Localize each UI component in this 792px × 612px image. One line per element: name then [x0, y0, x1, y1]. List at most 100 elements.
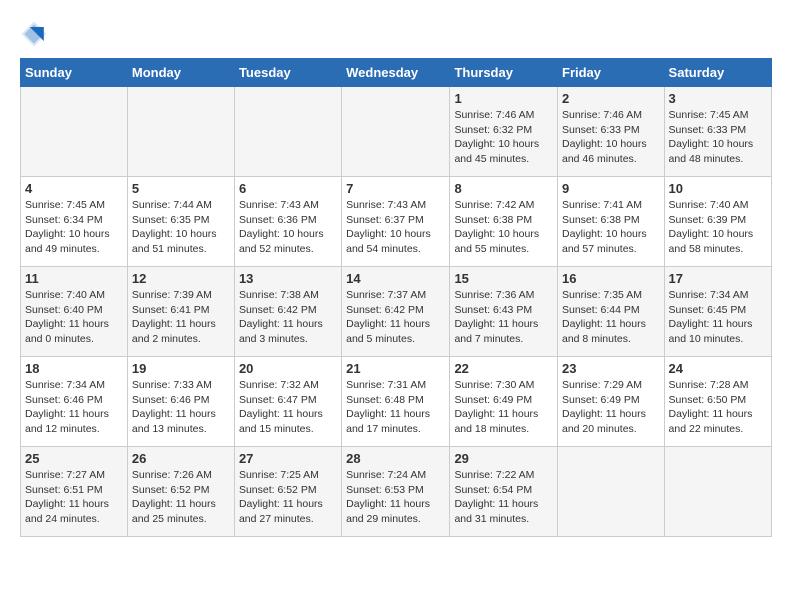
day-number: 19 — [132, 361, 230, 376]
calendar-cell: 23 Sunrise: 7:29 AM Sunset: 6:49 PM Dayli… — [558, 357, 665, 447]
day-info: Sunrise: 7:35 AM Sunset: 6:44 PM Dayligh… — [562, 288, 660, 347]
day-info: Sunrise: 7:24 AM Sunset: 6:53 PM Dayligh… — [346, 468, 445, 527]
calendar-cell: 19 Sunrise: 7:33 AM Sunset: 6:46 PM Dayli… — [127, 357, 234, 447]
weekday-header: Monday — [127, 59, 234, 87]
calendar-cell: 27 Sunrise: 7:25 AM Sunset: 6:52 PM Dayli… — [234, 447, 341, 537]
day-number: 6 — [239, 181, 337, 196]
day-number: 9 — [562, 181, 660, 196]
day-number: 15 — [454, 271, 553, 286]
weekday-header: Saturday — [664, 59, 771, 87]
day-info: Sunrise: 7:46 AM Sunset: 6:33 PM Dayligh… — [562, 108, 660, 167]
day-info: Sunrise: 7:45 AM Sunset: 6:34 PM Dayligh… — [25, 198, 123, 257]
day-number: 22 — [454, 361, 553, 376]
calendar-cell: 18 Sunrise: 7:34 AM Sunset: 6:46 PM Dayli… — [21, 357, 128, 447]
day-info: Sunrise: 7:42 AM Sunset: 6:38 PM Dayligh… — [454, 198, 553, 257]
calendar-cell — [342, 87, 450, 177]
day-info: Sunrise: 7:33 AM Sunset: 6:46 PM Dayligh… — [132, 378, 230, 437]
day-info: Sunrise: 7:37 AM Sunset: 6:42 PM Dayligh… — [346, 288, 445, 347]
calendar-cell: 11 Sunrise: 7:40 AM Sunset: 6:40 PM Dayli… — [21, 267, 128, 357]
logo — [20, 20, 52, 48]
calendar-cell: 13 Sunrise: 7:38 AM Sunset: 6:42 PM Dayli… — [234, 267, 341, 357]
day-number: 26 — [132, 451, 230, 466]
calendar-cell: 10 Sunrise: 7:40 AM Sunset: 6:39 PM Dayli… — [664, 177, 771, 267]
calendar-week-row: 4 Sunrise: 7:45 AM Sunset: 6:34 PM Daylig… — [21, 177, 772, 267]
calendar-cell: 7 Sunrise: 7:43 AM Sunset: 6:37 PM Daylig… — [342, 177, 450, 267]
day-number: 14 — [346, 271, 445, 286]
calendar-cell: 3Sunrise: 7:45 AM Sunset: 6:33 PM Daylig… — [664, 87, 771, 177]
day-info: Sunrise: 7:26 AM Sunset: 6:52 PM Dayligh… — [132, 468, 230, 527]
day-number: 1 — [454, 91, 553, 106]
weekday-header: Tuesday — [234, 59, 341, 87]
day-info: Sunrise: 7:41 AM Sunset: 6:38 PM Dayligh… — [562, 198, 660, 257]
calendar-cell: 9 Sunrise: 7:41 AM Sunset: 6:38 PM Daylig… — [558, 177, 665, 267]
day-number: 21 — [346, 361, 445, 376]
calendar-cell: 14 Sunrise: 7:37 AM Sunset: 6:42 PM Dayli… — [342, 267, 450, 357]
day-number: 16 — [562, 271, 660, 286]
calendar-cell: 28 Sunrise: 7:24 AM Sunset: 6:53 PM Dayli… — [342, 447, 450, 537]
day-info: Sunrise: 7:29 AM Sunset: 6:49 PM Dayligh… — [562, 378, 660, 437]
day-info: Sunrise: 7:46 AM Sunset: 6:32 PM Dayligh… — [454, 108, 553, 167]
day-number: 13 — [239, 271, 337, 286]
day-number: 24 — [669, 361, 767, 376]
calendar-week-row: 18 Sunrise: 7:34 AM Sunset: 6:46 PM Dayli… — [21, 357, 772, 447]
day-info: Sunrise: 7:40 AM Sunset: 6:40 PM Dayligh… — [25, 288, 123, 347]
day-number: 25 — [25, 451, 123, 466]
calendar-cell: 22 Sunrise: 7:30 AM Sunset: 6:49 PM Dayli… — [450, 357, 558, 447]
day-info: Sunrise: 7:40 AM Sunset: 6:39 PM Dayligh… — [669, 198, 767, 257]
day-info: Sunrise: 7:30 AM Sunset: 6:49 PM Dayligh… — [454, 378, 553, 437]
calendar-cell: 20 Sunrise: 7:32 AM Sunset: 6:47 PM Dayli… — [234, 357, 341, 447]
day-info: Sunrise: 7:27 AM Sunset: 6:51 PM Dayligh… — [25, 468, 123, 527]
day-number: 10 — [669, 181, 767, 196]
day-info: Sunrise: 7:34 AM Sunset: 6:46 PM Dayligh… — [25, 378, 123, 437]
calendar-cell: 25 Sunrise: 7:27 AM Sunset: 6:51 PM Dayli… — [21, 447, 128, 537]
day-number: 29 — [454, 451, 553, 466]
day-number: 23 — [562, 361, 660, 376]
calendar-cell: 21 Sunrise: 7:31 AM Sunset: 6:48 PM Dayli… — [342, 357, 450, 447]
calendar-week-row: 1 Sunrise: 7:46 AM Sunset: 6:32 PM Daylig… — [21, 87, 772, 177]
calendar-week-row: 11 Sunrise: 7:40 AM Sunset: 6:40 PM Dayli… — [21, 267, 772, 357]
day-number: 2 — [562, 91, 660, 106]
day-info: Sunrise: 7:43 AM Sunset: 6:37 PM Dayligh… — [346, 198, 445, 257]
calendar-table: SundayMondayTuesdayWednesdayThursdayFrid… — [20, 58, 772, 537]
weekday-header: Wednesday — [342, 59, 450, 87]
day-info: Sunrise: 7:38 AM Sunset: 6:42 PM Dayligh… — [239, 288, 337, 347]
day-info: Sunrise: 7:39 AM Sunset: 6:41 PM Dayligh… — [132, 288, 230, 347]
calendar-cell — [664, 447, 771, 537]
day-info: Sunrise: 7:28 AM Sunset: 6:50 PM Dayligh… — [669, 378, 767, 437]
day-info: Sunrise: 7:36 AM Sunset: 6:43 PM Dayligh… — [454, 288, 553, 347]
calendar-cell: 4 Sunrise: 7:45 AM Sunset: 6:34 PM Daylig… — [21, 177, 128, 267]
day-info: Sunrise: 7:32 AM Sunset: 6:47 PM Dayligh… — [239, 378, 337, 437]
calendar-cell: 16 Sunrise: 7:35 AM Sunset: 6:44 PM Dayli… — [558, 267, 665, 357]
weekday-header-row: SundayMondayTuesdayWednesdayThursdayFrid… — [21, 59, 772, 87]
day-number: 27 — [239, 451, 337, 466]
weekday-header: Thursday — [450, 59, 558, 87]
day-number: 28 — [346, 451, 445, 466]
day-number: 8 — [454, 181, 553, 196]
day-info: Sunrise: 7:31 AM Sunset: 6:48 PM Dayligh… — [346, 378, 445, 437]
logo-icon — [20, 20, 48, 48]
calendar-cell — [234, 87, 341, 177]
day-number: 3 — [669, 91, 767, 106]
day-info: Sunrise: 7:22 AM Sunset: 6:54 PM Dayligh… — [454, 468, 553, 527]
calendar-cell: 24 Sunrise: 7:28 AM Sunset: 6:50 PM Dayli… — [664, 357, 771, 447]
calendar-cell: 2 Sunrise: 7:46 AM Sunset: 6:33 PM Daylig… — [558, 87, 665, 177]
day-number: 18 — [25, 361, 123, 376]
day-info: Sunrise: 7:43 AM Sunset: 6:36 PM Dayligh… — [239, 198, 337, 257]
day-number: 12 — [132, 271, 230, 286]
day-number: 17 — [669, 271, 767, 286]
calendar-cell — [21, 87, 128, 177]
calendar-cell: 8 Sunrise: 7:42 AM Sunset: 6:38 PM Daylig… — [450, 177, 558, 267]
calendar-cell: 5Sunrise: 7:44 AM Sunset: 6:35 PM Daylig… — [127, 177, 234, 267]
day-number: 11 — [25, 271, 123, 286]
day-number: 7 — [346, 181, 445, 196]
calendar-cell: 15 Sunrise: 7:36 AM Sunset: 6:43 PM Dayli… — [450, 267, 558, 357]
calendar-cell — [558, 447, 665, 537]
day-number: 4 — [25, 181, 123, 196]
calendar-cell: 17Sunrise: 7:34 AM Sunset: 6:45 PM Dayli… — [664, 267, 771, 357]
calendar-cell: 26 Sunrise: 7:26 AM Sunset: 6:52 PM Dayli… — [127, 447, 234, 537]
calendar-week-row: 25 Sunrise: 7:27 AM Sunset: 6:51 PM Dayli… — [21, 447, 772, 537]
day-info: Sunrise: 7:25 AM Sunset: 6:52 PM Dayligh… — [239, 468, 337, 527]
calendar-cell: 6 Sunrise: 7:43 AM Sunset: 6:36 PM Daylig… — [234, 177, 341, 267]
weekday-header: Friday — [558, 59, 665, 87]
day-number: 20 — [239, 361, 337, 376]
